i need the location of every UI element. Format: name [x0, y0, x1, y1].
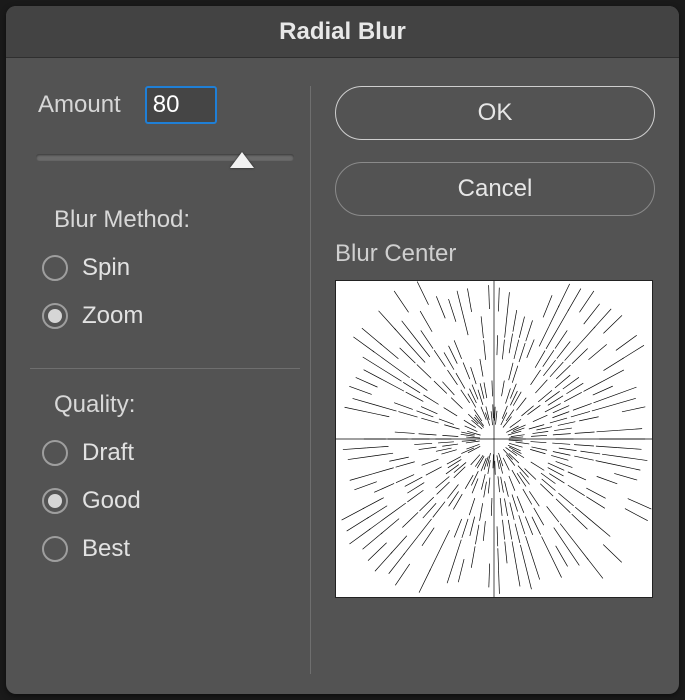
quality-heading: Quality: [30, 391, 300, 419]
quality-group: Draft Good Best [30, 429, 300, 573]
quality-option-good[interactable]: Good [30, 477, 300, 525]
blur-center-label: Blur Center [335, 240, 655, 268]
dialog-content: Amount Blur Method: Spin Zoom Quality: Dr… [6, 58, 679, 694]
radio-label: Best [82, 535, 130, 563]
amount-slider[interactable] [30, 144, 300, 172]
radial-blur-dialog: Radial Blur Amount Blur Method: Spin Zoom… [6, 6, 679, 694]
blur-center-preview[interactable] [335, 280, 653, 598]
cancel-button[interactable]: Cancel [335, 162, 655, 216]
right-column: OK Cancel Blur Center [335, 86, 655, 674]
divider [30, 368, 300, 369]
radio-icon [42, 488, 68, 514]
blur-method-heading: Blur Method: [30, 206, 300, 234]
radio-icon [42, 255, 68, 281]
blur-method-option-zoom[interactable]: Zoom [30, 292, 300, 340]
ok-button[interactable]: OK [335, 86, 655, 140]
radio-icon [42, 440, 68, 466]
radio-label: Zoom [82, 302, 143, 330]
amount-row: Amount [30, 86, 300, 124]
blur-method-option-spin[interactable]: Spin [30, 244, 300, 292]
slider-thumb-icon[interactable] [230, 152, 254, 168]
dialog-title: Radial Blur [279, 18, 406, 46]
radio-label: Draft [82, 439, 134, 467]
amount-label: Amount [38, 91, 121, 119]
quality-option-draft[interactable]: Draft [30, 429, 300, 477]
radio-icon [42, 303, 68, 329]
slider-track [36, 154, 294, 161]
left-column: Amount Blur Method: Spin Zoom Quality: Dr… [30, 86, 311, 674]
radio-label: Good [82, 487, 141, 515]
dialog-titlebar: Radial Blur [6, 6, 679, 58]
quality-option-best[interactable]: Best [30, 525, 300, 573]
blur-method-group: Spin Zoom [30, 244, 300, 340]
radio-icon [42, 536, 68, 562]
radio-label: Spin [82, 254, 130, 282]
amount-input[interactable] [145, 86, 217, 124]
